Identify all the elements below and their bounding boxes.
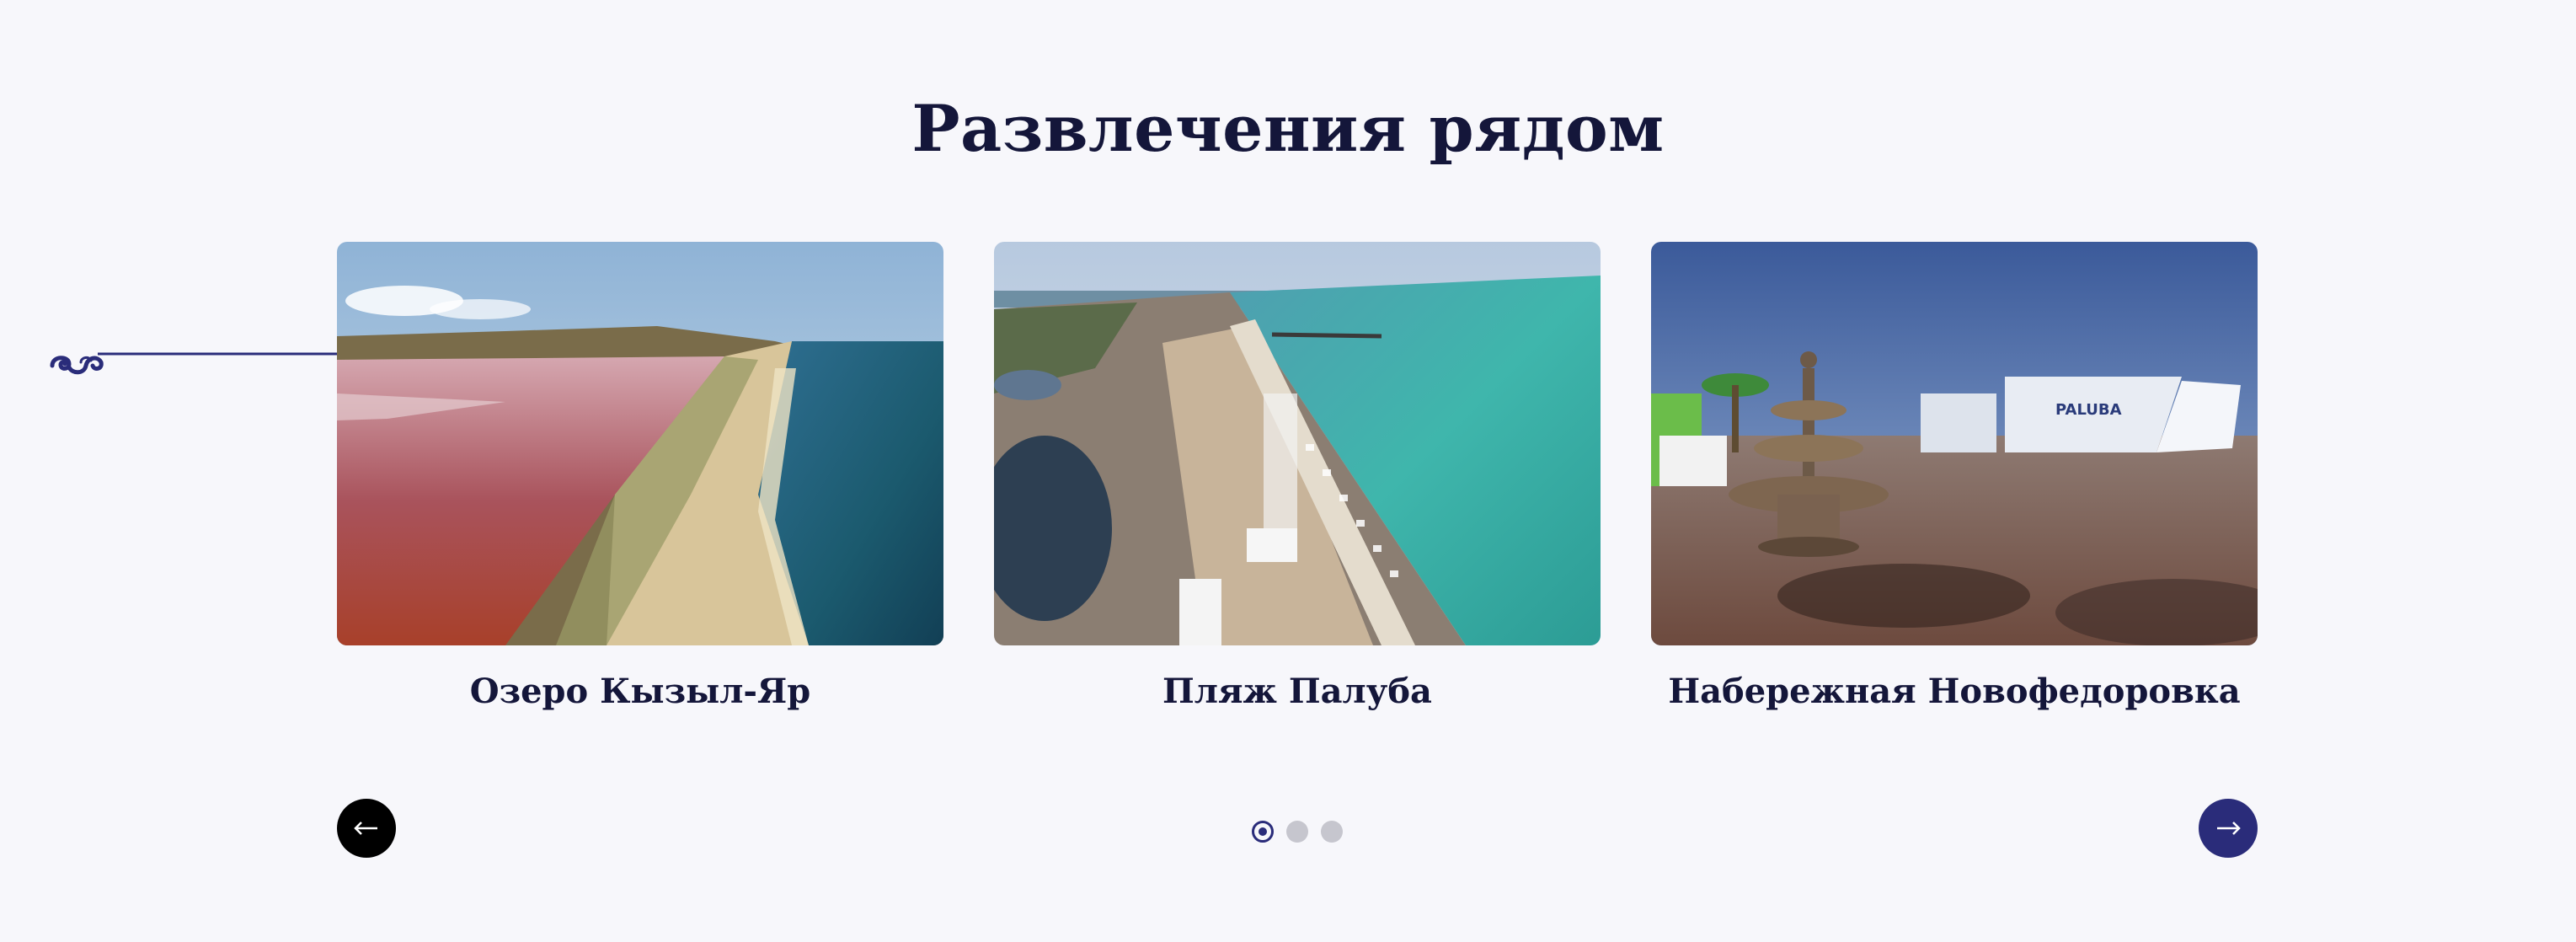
section-title: Развлечения рядом: [911, 91, 1665, 166]
pagination-dot-1[interactable]: [1252, 821, 1274, 843]
carousel-next-button[interactable]: [2199, 799, 2258, 858]
place-card-title[interactable]: Озеро Кызыл-Яр: [337, 672, 943, 711]
carousel-prev-button[interactable]: [337, 799, 396, 858]
arrow-left-icon: [354, 822, 377, 835]
place-card-title[interactable]: Пляж Палуба: [994, 672, 1601, 711]
carousel-pagination: [1252, 821, 1343, 843]
arrow-right-icon: [2217, 822, 2241, 835]
card-image[interactable]: PALUBA: [1651, 242, 2258, 645]
place-card-title[interactable]: Набережная Новофедоровка: [1651, 672, 2258, 711]
pagination-dot-2[interactable]: [1286, 821, 1308, 843]
wave-ornament-icon: [50, 352, 339, 375]
card-image[interactable]: [337, 242, 943, 645]
pagination-dot-3[interactable]: [1321, 821, 1343, 843]
svg-text:PALUBA: PALUBA: [2055, 401, 2122, 419]
card-image[interactable]: [994, 242, 1601, 645]
